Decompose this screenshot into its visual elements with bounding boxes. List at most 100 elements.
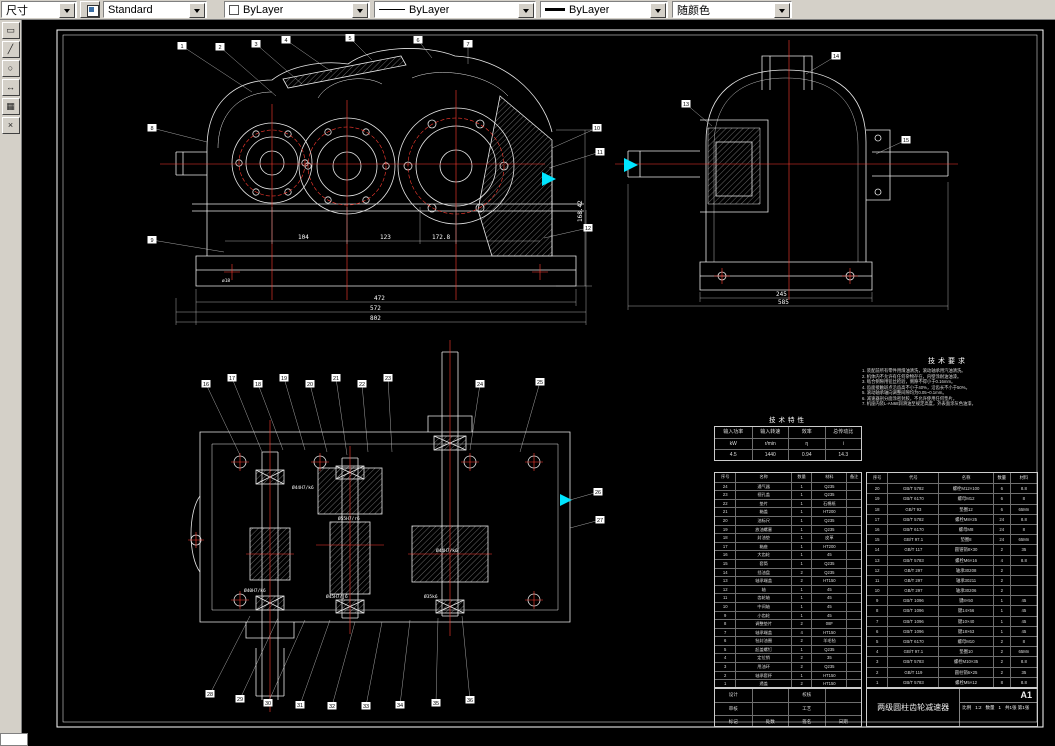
taskbar-fragment: [0, 733, 28, 746]
linetype-value: ByLayer: [409, 3, 450, 16]
color-value: ByLayer: [243, 3, 284, 16]
table-row: 3 甩油环 2 Q235: [715, 662, 861, 671]
chevron-down-icon[interactable]: [650, 3, 666, 18]
move-tool-button[interactable]: ↔: [1, 79, 20, 96]
layer-tool-button[interactable]: [80, 1, 100, 18]
table-row: 4 定位销 2 35: [715, 653, 861, 663]
table-row: 序号 代号 名称 数量 材料: [867, 473, 1037, 484]
table-row: 2 轴承套杯 1 HT150: [715, 670, 861, 680]
table-row: 18 GB/T 93 垫圈12 6 65Mn: [867, 503, 1037, 514]
table-row: 12 轴 1 45: [715, 584, 861, 594]
table-row: 11 齿轮轴 1 45: [715, 593, 861, 602]
tech-req-title: 技术要求: [928, 358, 968, 365]
table-row: 5 GB/T 6170 螺母M10 2 8: [867, 636, 1037, 647]
plotstyle-combo[interactable]: 随颜色: [672, 1, 792, 18]
sheet-size: A1: [960, 689, 1037, 703]
layer-icon: [87, 5, 99, 17]
erase-tool-button[interactable]: ×: [1, 117, 20, 134]
text-style-value: Standard: [108, 3, 153, 16]
table-row: 8 调整垫片 2 08F: [715, 619, 861, 628]
chevron-down-icon[interactable]: [774, 3, 790, 18]
table-row: 11 GB/T 297 轴承30211 2: [867, 574, 1037, 586]
linetype-combo[interactable]: ByLayer: [374, 1, 536, 18]
table-row: 16 大齿轮 1 45: [715, 550, 861, 559]
table-row: 4.5 1440 0.94 14.3: [715, 449, 861, 460]
chevron-down-icon[interactable]: [518, 3, 534, 18]
sheets-value: 共1张 第1张: [1005, 705, 1030, 710]
table-row: 22 垫片 1 石棉纸: [715, 498, 861, 508]
table-row: 12 GB/T 297 轴承30208 2: [867, 564, 1037, 575]
qty-value: 1: [998, 705, 1002, 710]
table-row: 审核 工艺: [715, 702, 861, 715]
chevron-down-icon[interactable]: [59, 3, 75, 18]
table-row: 23 视孔盖 1 Q235: [715, 490, 861, 499]
technical-characteristics: 技术特性 输入功率 输入转速 效率 总传动比 kW r/min η i 4.5 1440 0.94 1…: [714, 414, 862, 461]
table-row: 6 毡封油圈 2 羊毛毡: [715, 636, 861, 645]
table-row: 7 GB/T 1096 键10×40 1 45: [867, 615, 1037, 626]
parts-list-left: 序号 名称 数量 材料 备注 24 通气器 1 Q235 23 视孔盖 1 Q235 22 垫片 1 石棉纸 21…: [714, 472, 862, 688]
top-toolbar: 尺寸 Standard ByLayer ByLayer ByLayer 随颜色: [0, 0, 1055, 20]
color-swatch-icon: [229, 4, 239, 15]
title-block-meta: 比例 1:2 数量 1 共1张 第1张: [960, 703, 1037, 713]
color-combo[interactable]: ByLayer: [224, 1, 370, 18]
table-row: 19 放油螺塞 1 Q235: [715, 524, 861, 534]
dim-style-combo[interactable]: 尺寸: [1, 1, 77, 18]
circle-tool-button[interactable]: ○: [1, 60, 20, 77]
table-row: 16 GB/T 6170 螺母M8 24 8: [867, 523, 1037, 535]
table-row: 1 GB/T 5783 螺栓M5×12 8 8.8: [867, 676, 1037, 687]
table-row: 20 油标尺 1 Q235: [715, 515, 861, 525]
table-row: 19 GB/T 6170 螺母M12 6 8: [867, 493, 1037, 504]
table-row: 10 中间轴 1 45: [715, 601, 861, 611]
table-row: 17 箱座 1 HT200: [715, 541, 861, 551]
table-row: 21 箱盖 1 HT200: [715, 507, 861, 516]
chevron-down-icon[interactable]: [189, 3, 205, 18]
table-row: 输入功率 输入转速 效率 总传动比: [715, 427, 861, 438]
table-row: 13 轴承端盖 2 HT150: [715, 576, 861, 585]
table-row: 5 起盖螺钉 1 Q235: [715, 644, 861, 654]
text-style-combo[interactable]: Standard: [103, 1, 207, 18]
title-block: 两级圆柱齿轮减速器 A1 比例 1:2 数量 1 共1张 第1张: [866, 688, 1038, 727]
plotstyle-value: 随颜色: [677, 4, 710, 17]
table-row: 序号 名称 数量 材料 备注: [715, 473, 861, 482]
table-row: 9 GB/T 1096 键8×50 1 45: [867, 595, 1037, 606]
table-row: 8 GB/T 1096 键14×56 1 45: [867, 605, 1037, 616]
tech-req-note: 7. 机座内装L-AN68润滑油至规定高度，外表面涂灰色油漆。: [862, 401, 976, 406]
tech-char-title: 技术特性: [769, 417, 807, 424]
table-row: 10 GB/T 297 轴承30206 2: [867, 585, 1037, 596]
table-row: 14 挡油盘 2 Q235: [715, 567, 861, 577]
table-row: 20 GB/T 5782 螺栓M12×100 6 8.8: [867, 483, 1037, 494]
qty-label: 数量: [985, 705, 995, 710]
drawing-title: 两级圆柱齿轮减速器: [867, 689, 961, 726]
parts-list-right: 序号 代号 名称 数量 材料 20 GB/T 5782 螺栓M12×100 6 8.8 19 GB/T…: [866, 472, 1038, 688]
table-row: 标记 处数 签名 日期: [715, 715, 861, 726]
chevron-down-icon[interactable]: [352, 3, 368, 18]
tech-req-notes: 1. 装配前所有零件用煤油清洗，滚动轴承用汽油清洗。 2. 机体内不允许有任何杂物…: [862, 368, 1034, 407]
line-tool-button[interactable]: ╱: [1, 41, 20, 58]
select-tool-button[interactable]: ▭: [1, 22, 20, 39]
left-toolbar: ▭ ╱ ○ ↔ ▦ ×: [0, 19, 22, 746]
lineweight-combo[interactable]: ByLayer: [540, 1, 668, 18]
linetype-icon: [379, 9, 405, 10]
table-row: 15 套筒 1 Q235: [715, 558, 861, 568]
table-row: 13 GB/T 5783 螺栓M6×16 4 8.8: [867, 554, 1037, 565]
table-row: 4 GB/T 97.1 垫圈10 2 65Mn: [867, 646, 1037, 657]
table-row: 15 GB/T 97.1 垫圈8 24 65Mn: [867, 534, 1037, 545]
tech-char-table: 输入功率 输入转速 效率 总传动比 kW r/min η i 4.5 1440 0.94 14.3: [714, 426, 862, 461]
table-row: 3 GB/T 5783 螺栓M10×35 2 8.8: [867, 656, 1037, 667]
table-row: 2 GB/T 119 圆柱销6×25 2 35: [867, 666, 1037, 677]
table-row: 6 GB/T 1096 键18×63 1 45: [867, 625, 1037, 636]
table-row: 18 封油垫 1 皮革: [715, 533, 861, 542]
scale-value: 1:2: [975, 705, 982, 710]
lineweight-icon: [545, 8, 565, 11]
table-row: 设计 校核: [715, 689, 861, 702]
table-row: kW r/min η i: [715, 438, 861, 449]
hatch-tool-button[interactable]: ▦: [1, 98, 20, 115]
table-row: 14 GB/T 117 圆锥销8×30 2 35: [867, 544, 1037, 555]
table-row: 24 通气器 1 Q235: [715, 481, 861, 491]
table-row: 1 透盖 2 HT150: [715, 679, 861, 687]
dim-style-value: 尺寸: [6, 4, 28, 17]
table-row: 7 轴承端盖 4 HT150: [715, 627, 861, 637]
signature-block: 设计 校核 审核 工艺 标记 处数 签名 日期: [714, 688, 862, 727]
technical-requirements: 技术要求 1. 装配前所有零件用煤油清洗，滚动轴承用汽油清洗。 2. 机体内不允许…: [862, 356, 1034, 407]
table-row: 17 GB/T 5782 螺栓M8×25 24 8.8: [867, 513, 1037, 524]
